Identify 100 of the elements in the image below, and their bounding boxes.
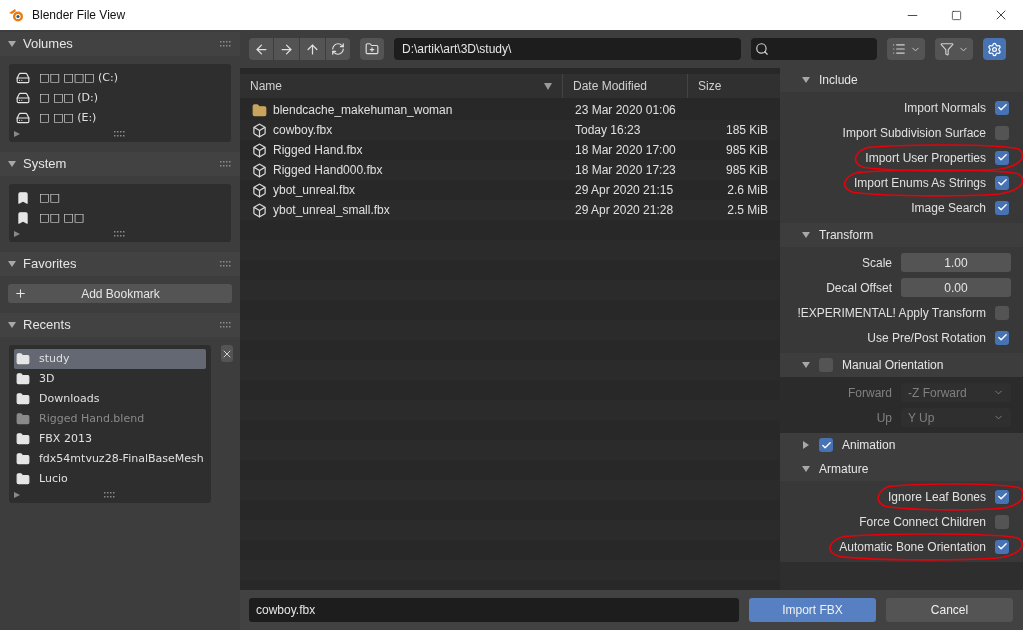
grip-icon[interactable] [220, 161, 232, 167]
option-label: Automatic Bone Orientation [839, 538, 986, 556]
sidebar-item[interactable]: 3D [14, 369, 206, 389]
back-button[interactable] [249, 38, 273, 60]
number-field[interactable]: 1.00 [901, 253, 1011, 272]
sidebar-item[interactable]: □□ □□□ (C:) [14, 68, 226, 88]
sidebar-item[interactable]: □ □□ (D:) [14, 88, 226, 108]
folder-plus-icon [365, 42, 379, 56]
expand-icon[interactable] [14, 131, 20, 137]
panel-header[interactable]: Manual Orientation [780, 353, 1023, 377]
forward-button[interactable] [274, 38, 299, 60]
sidebar-item[interactable]: fdx54mtvuz28-FinalBaseMesh [14, 449, 206, 469]
checkbox[interactable] [995, 200, 1009, 215]
folder-icon [16, 352, 30, 366]
caret-icon[interactable] [802, 231, 810, 239]
panel-header[interactable]: Transform [780, 223, 1023, 247]
file-size: 2.5 MiB [727, 202, 768, 219]
caret-icon[interactable] [802, 361, 810, 369]
panel-header[interactable]: Armature [780, 457, 1023, 481]
list-icon [891, 42, 906, 56]
grip-icon[interactable] [114, 231, 126, 237]
column-header[interactable]: Name [240, 74, 563, 98]
checkbox[interactable] [995, 100, 1009, 115]
import-button[interactable]: Import FBX [749, 598, 876, 622]
caret-icon[interactable] [8, 40, 16, 48]
section-header[interactable]: System [0, 152, 240, 176]
checkbox[interactable] [995, 150, 1009, 165]
settings-button[interactable] [983, 38, 1006, 60]
window-title: Blender File View [32, 7, 127, 24]
app-logo-icon [8, 8, 24, 22]
filter-button[interactable] [935, 38, 973, 60]
sidebar-item[interactable]: □ □□ (E:) [14, 108, 226, 128]
file-name: Rigged Hand000.fbx [273, 162, 383, 179]
section-header[interactable]: Volumes [0, 32, 240, 56]
path-field[interactable]: D:\artik\art\3D\study\ [394, 38, 741, 60]
file-date: 29 Apr 2020 21:15 [574, 182, 675, 199]
maximize-icon[interactable] [951, 9, 962, 21]
checkbox[interactable] [995, 514, 1009, 529]
checkbox[interactable] [995, 330, 1009, 345]
add-bookmark-button[interactable]: Add Bookmark [8, 284, 232, 303]
panel-title: Transform [819, 227, 874, 244]
section-header[interactable]: Recents [0, 313, 240, 337]
section-header[interactable]: Favorites [0, 252, 240, 276]
filter-icon [939, 42, 954, 56]
drive-icon [16, 111, 30, 125]
expand-icon[interactable] [14, 492, 20, 498]
file-date: 29 Apr 2020 21:28 [574, 202, 675, 219]
cube-icon [252, 182, 267, 198]
option-label: Force Connect Children [859, 513, 986, 531]
cube-icon [252, 162, 267, 178]
parent-folder-button[interactable] [300, 38, 325, 60]
folder-icon [16, 392, 30, 406]
refresh-button[interactable] [326, 38, 350, 60]
checkbox[interactable] [995, 539, 1009, 554]
expand-icon[interactable] [14, 231, 20, 237]
sidebar-item[interactable]: Downloads [14, 389, 206, 409]
sidebar-item[interactable]: FBX 2013 [14, 429, 206, 449]
sidebar-item[interactable]: □□ [14, 188, 226, 208]
field-label: Decal Offset [826, 279, 892, 297]
file-size: 185 KiB [725, 122, 768, 139]
sidebar-item[interactable]: □□ □□ [14, 208, 226, 228]
sidebar-item[interactable]: study [14, 349, 206, 369]
panel-title: Include [819, 72, 858, 89]
folder-icon [16, 432, 30, 446]
column-header[interactable]: Date Modified [563, 74, 688, 98]
number-field[interactable]: 0.00 [901, 278, 1011, 297]
drive-icon [16, 71, 30, 85]
new-folder-button[interactable] [360, 38, 384, 60]
column-header[interactable]: Size [688, 74, 780, 98]
grip-icon[interactable] [220, 41, 232, 47]
grip-icon[interactable] [103, 492, 116, 498]
sort-icon[interactable] [544, 82, 552, 90]
caret-icon[interactable] [8, 160, 16, 168]
filename-field[interactable]: cowboy.fbx [249, 598, 739, 622]
field-label: Up [876, 409, 892, 427]
search-field[interactable] [751, 38, 877, 60]
sidebar-item[interactable]: Lucio [14, 469, 206, 489]
cancel-button[interactable]: Cancel [886, 598, 1013, 622]
back-icon [253, 41, 269, 57]
display-mode-button[interactable] [887, 38, 925, 60]
clear-button[interactable] [220, 345, 233, 362]
checkbox[interactable] [995, 125, 1009, 140]
grip-icon[interactable] [220, 322, 232, 328]
option-label: Import User Properties [865, 149, 986, 167]
grip-icon[interactable] [114, 131, 126, 137]
panel-header[interactable]: Include [780, 68, 1023, 92]
caret-icon[interactable] [8, 260, 16, 268]
option-label: Image Search [911, 199, 986, 217]
caret-icon[interactable] [802, 465, 810, 473]
folder-icon [16, 472, 30, 486]
grip-icon[interactable] [220, 261, 232, 267]
panel-header[interactable]: Animation [780, 433, 1023, 457]
checkbox[interactable] [819, 438, 833, 452]
checkbox[interactable] [995, 305, 1009, 320]
checkbox[interactable] [995, 175, 1009, 190]
caret-icon[interactable] [802, 441, 810, 449]
caret-icon[interactable] [8, 321, 16, 329]
caret-icon[interactable] [802, 76, 810, 84]
plus-icon [14, 287, 27, 300]
checkbox[interactable] [995, 489, 1009, 504]
